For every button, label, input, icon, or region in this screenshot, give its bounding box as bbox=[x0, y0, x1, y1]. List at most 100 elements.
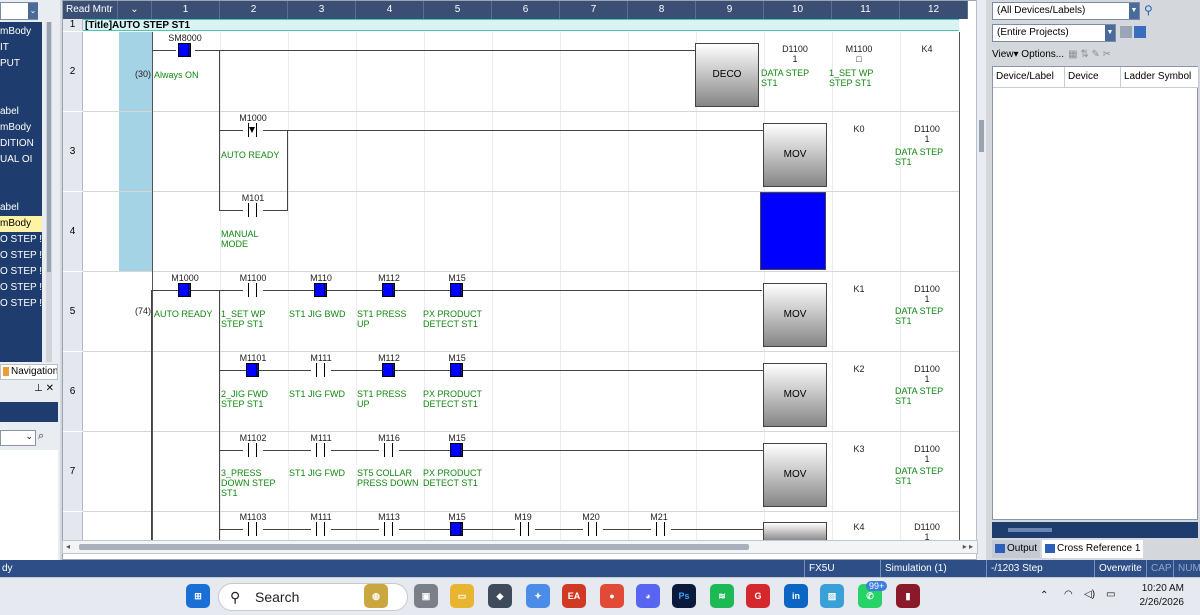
tree-item[interactable]: O STEP ! bbox=[0, 232, 42, 248]
mov-instruction[interactable]: MOV bbox=[763, 123, 827, 187]
spotify-icon[interactable]: ≋ bbox=[710, 584, 734, 608]
tree-item[interactable]: IT bbox=[0, 40, 42, 56]
column-header[interactable]: 9 bbox=[696, 1, 764, 19]
contact-m1102[interactable] bbox=[243, 443, 263, 457]
contact-sm8000[interactable] bbox=[175, 43, 195, 57]
tree-item[interactable]: UAL OI bbox=[0, 152, 42, 168]
options-icon[interactable] bbox=[1120, 26, 1132, 38]
device-filter-combo[interactable]: (All Devices/Labels) ▼ bbox=[992, 2, 1140, 20]
tree-item[interactable]: PUT bbox=[0, 56, 42, 72]
contact-m15[interactable] bbox=[447, 443, 467, 457]
column-header[interactable]: 4 bbox=[356, 1, 424, 19]
contact-m111[interactable] bbox=[311, 443, 331, 457]
contact-m15[interactable] bbox=[447, 363, 467, 377]
tree-scrollbar[interactable] bbox=[46, 22, 52, 362]
column-header[interactable]: 6 bbox=[492, 1, 560, 19]
horizontal-scrollbar[interactable]: ◂ ▸ ▸ bbox=[62, 540, 978, 554]
tree-item[interactable] bbox=[0, 88, 42, 104]
clock-date[interactable]: 2/26/2026 bbox=[1132, 597, 1185, 608]
tree-item[interactable]: mBody bbox=[0, 120, 42, 136]
column-header[interactable]: 2 bbox=[220, 1, 288, 19]
tree-item[interactable]: DITION bbox=[0, 136, 42, 152]
tree-item[interactable] bbox=[0, 72, 42, 88]
column-header[interactable]: 7 bbox=[560, 1, 628, 19]
contact-m112[interactable] bbox=[379, 283, 399, 297]
mov-instruction[interactable]: MOV bbox=[763, 363, 827, 427]
table-column-header[interactable]: Device/Label bbox=[993, 67, 1065, 87]
contact-m1101[interactable] bbox=[243, 363, 263, 377]
contact-m19[interactable] bbox=[515, 522, 535, 536]
column-header[interactable]: 3 bbox=[288, 1, 356, 19]
battery-icon[interactable]: ▭ bbox=[1106, 589, 1115, 600]
linkedin-icon[interactable]: in bbox=[784, 584, 808, 608]
column-header[interactable]: 10 bbox=[764, 1, 832, 19]
ladder-editor[interactable]: Read Mntr ⌄ 1 2 3 4 5 6 7 8 9 10 11 12 [Title]AUTO ST… bbox=[62, 0, 978, 560]
column-header[interactable]: 11 bbox=[832, 1, 900, 19]
contact-m110[interactable] bbox=[311, 283, 331, 297]
cross-reference-table[interactable]: Device/Label Device Ladder Symbol bbox=[992, 66, 1199, 520]
tree-item[interactable]: abel bbox=[0, 200, 42, 216]
search-icon[interactable]: ⚲ bbox=[1144, 3, 1153, 17]
mov-instruction[interactable]: MOV bbox=[763, 283, 827, 347]
contact-m113[interactable] bbox=[379, 522, 399, 536]
mov-instruction[interactable] bbox=[763, 522, 827, 542]
discord-icon[interactable]: ◕ bbox=[636, 584, 660, 608]
table-column-header[interactable]: Ladder Symbol bbox=[1121, 67, 1199, 87]
tab-cross-reference[interactable]: Cross Reference 1 bbox=[1042, 540, 1144, 558]
tree-item[interactable]: O STEP ! bbox=[0, 248, 42, 264]
selected-cell[interactable] bbox=[760, 192, 826, 270]
filter-combo[interactable]: ⌄ bbox=[0, 430, 36, 446]
tree-item[interactable]: mBody bbox=[0, 24, 42, 40]
tree-item[interactable]: O STEP ! bbox=[0, 264, 42, 280]
column-header[interactable]: 1 bbox=[152, 1, 220, 19]
refresh-icon[interactable] bbox=[1134, 26, 1146, 38]
column-header[interactable]: 5 bbox=[424, 1, 492, 19]
contact-m15[interactable] bbox=[447, 522, 467, 536]
photos-icon[interactable]: ▨ bbox=[820, 584, 844, 608]
photoshop-icon[interactable]: Ps bbox=[672, 584, 696, 608]
pane-pin-close[interactable]: ⊥ ✕ bbox=[0, 383, 58, 399]
contact-m21[interactable] bbox=[651, 522, 671, 536]
tree-item[interactable]: O STEP ! bbox=[0, 280, 42, 296]
windows-start-icon[interactable]: ⊞ bbox=[186, 584, 210, 608]
contact-m111[interactable] bbox=[311, 522, 331, 536]
chevron-down-icon[interactable]: ▼ bbox=[1105, 25, 1115, 41]
contact-m101[interactable] bbox=[243, 203, 263, 217]
app-icon[interactable]: ◆ bbox=[488, 584, 512, 608]
column-header[interactable]: ⌄ bbox=[118, 1, 152, 19]
contact-m111[interactable] bbox=[311, 363, 331, 377]
ea-icon[interactable]: EA bbox=[562, 584, 586, 608]
tree-item[interactable] bbox=[0, 184, 42, 200]
search-icon[interactable]: ⌕ bbox=[38, 430, 54, 446]
volume-icon[interactable]: ◁) bbox=[1084, 589, 1095, 600]
wifi-icon[interactable]: ◠ bbox=[1064, 589, 1073, 600]
project-tree[interactable]: mBody IT PUT abel mBody DITION UAL OI abel mBody… bbox=[0, 22, 42, 362]
vertical-scrollbar[interactable] bbox=[976, 0, 986, 560]
gx-works-icon[interactable]: G bbox=[746, 584, 770, 608]
chrome-icon[interactable]: ● bbox=[600, 584, 624, 608]
tree-item[interactable]: mBody bbox=[0, 216, 42, 232]
contact-m1100[interactable] bbox=[243, 283, 263, 297]
tree-item[interactable]: abel bbox=[0, 104, 42, 120]
contact-m1000[interactable] bbox=[175, 283, 195, 297]
file-explorer-icon[interactable]: ▭ bbox=[450, 584, 474, 608]
contact-m116[interactable] bbox=[379, 443, 399, 457]
tab-output[interactable]: Output bbox=[992, 540, 1041, 558]
scope-combo[interactable]: (Entire Projects) ▼ bbox=[992, 24, 1116, 42]
clock-time[interactable]: 10:20 AM bbox=[1138, 583, 1184, 594]
view-options-toolbar[interactable]: View▾ Options... ▦ ⇅ ✎ ✂ bbox=[992, 46, 1198, 64]
tree-item[interactable] bbox=[0, 168, 42, 184]
copilot-icon[interactable]: ✦ bbox=[526, 584, 550, 608]
task-view-icon[interactable]: ▣ bbox=[414, 584, 438, 608]
deco-instruction[interactable]: DECO bbox=[695, 43, 759, 107]
chevron-down-icon[interactable]: ⌄ bbox=[28, 3, 38, 19]
app-icon[interactable]: ▮ bbox=[896, 584, 920, 608]
column-header[interactable]: 8 bbox=[628, 1, 696, 19]
contact-m112[interactable] bbox=[379, 363, 399, 377]
contact-m15[interactable] bbox=[447, 283, 467, 297]
column-header[interactable]: 12 bbox=[900, 1, 968, 19]
toolbar-icons[interactable]: ▦ ⇅ ✎ ✂ bbox=[1068, 49, 1111, 60]
contact-m1000-falling[interactable] bbox=[243, 123, 263, 137]
chevron-down-icon[interactable]: ▼ bbox=[1129, 3, 1139, 19]
widget-icon[interactable]: ◍ bbox=[364, 584, 388, 608]
